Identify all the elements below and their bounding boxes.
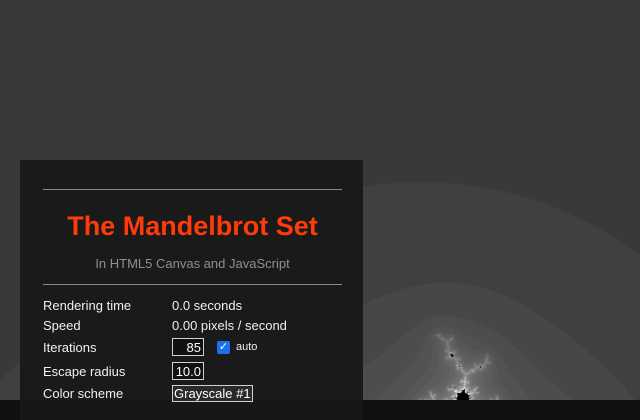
parameters-list: Rendering time 0.0 seconds Speed 0.00 pi… bbox=[43, 295, 342, 403]
page-title: The Mandelbrot Set bbox=[67, 211, 318, 241]
escape-radius-row: Escape radius bbox=[43, 359, 342, 383]
speed-label: Speed bbox=[43, 317, 81, 333]
iterations-label: Iterations bbox=[43, 339, 97, 355]
rendering-time-row: Rendering time 0.0 seconds bbox=[43, 295, 342, 315]
color-scheme-label: Color scheme bbox=[43, 385, 124, 401]
auto-iterations-checkbox[interactable]: ✓ bbox=[217, 340, 230, 354]
page-subtitle: In HTML5 Canvas and JavaScript bbox=[95, 256, 290, 271]
speed-row: Speed 0.00 pixels / second bbox=[43, 315, 342, 335]
rendering-time-label: Rendering time bbox=[43, 297, 132, 313]
top-divider bbox=[43, 189, 342, 190]
escape-radius-label: Escape radius bbox=[43, 363, 126, 379]
color-scheme-row: Color scheme Grayscale #1 bbox=[43, 383, 342, 403]
escape-radius-input[interactable] bbox=[172, 362, 204, 380]
rendering-time-value: 0.0 seconds bbox=[172, 297, 243, 313]
iterations-row: Iterations ✓ auto bbox=[43, 335, 342, 359]
checkmark-icon: ✓ bbox=[218, 340, 229, 353]
middle-divider bbox=[43, 284, 342, 285]
auto-label: auto bbox=[236, 341, 258, 353]
speed-value: 0.00 pixels / second bbox=[172, 317, 287, 333]
color-scheme-select[interactable]: Grayscale #1 bbox=[172, 384, 253, 402]
settings-panel: The Mandelbrot Set In HTML5 Canvas and J… bbox=[20, 160, 363, 420]
iterations-input[interactable] bbox=[172, 338, 204, 356]
